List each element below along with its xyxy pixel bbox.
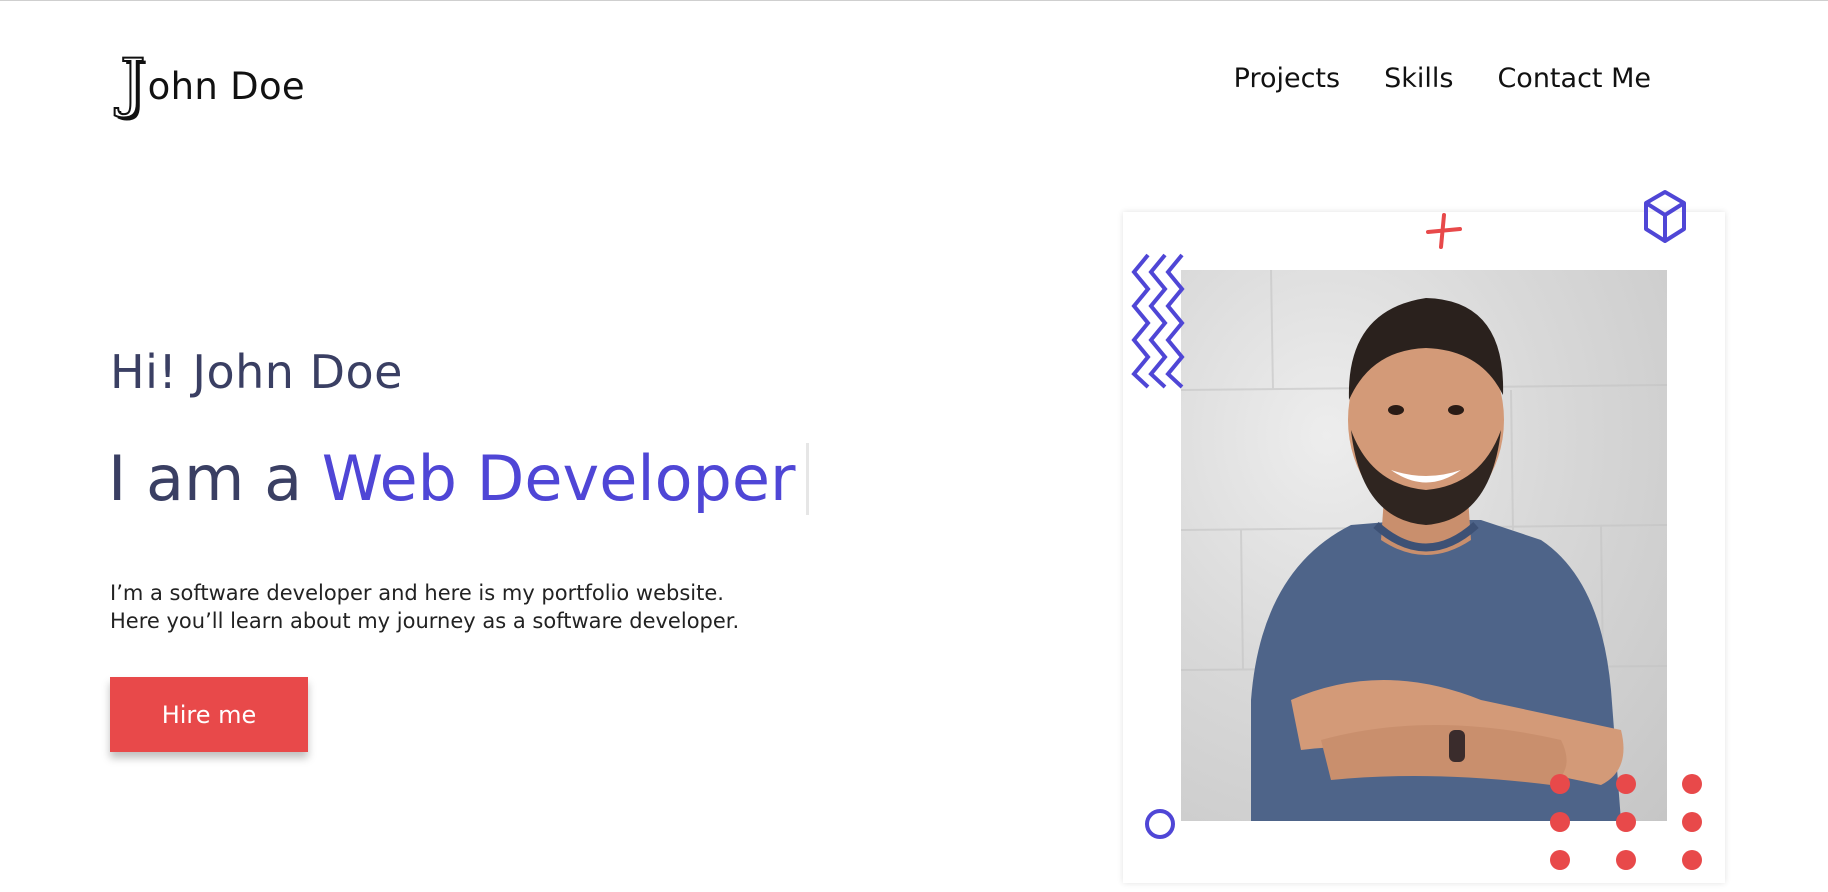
hero-description: I’m a software developer and here is my … (110, 579, 830, 635)
profile-photo (1181, 270, 1667, 821)
nav-contact[interactable]: Contact Me (1497, 61, 1651, 97)
person-illustration (1181, 270, 1667, 821)
role-prefix: I am a (108, 442, 322, 515)
logo-name: ohn Doe (147, 65, 305, 108)
nav-skills[interactable]: Skills (1384, 61, 1453, 97)
plus-icon (1426, 213, 1462, 249)
dots-grid-icon (1550, 774, 1702, 870)
description-line-2: Here you’ll learn about my journey as a … (110, 609, 740, 633)
site-logo[interactable]: J ohn Doe (119, 45, 305, 120)
circle-icon (1145, 809, 1175, 839)
role-highlight: Web Developer (321, 442, 796, 515)
zigzag-icon (1131, 253, 1185, 389)
hire-me-button[interactable]: Hire me (110, 677, 308, 752)
main-nav: Projects Skills Contact Me (1234, 61, 1651, 97)
hero-greeting: Hi! John Doe (110, 345, 403, 399)
portfolio-page: J ohn Doe Projects Skills Contact Me Hi!… (0, 0, 1828, 892)
nav-projects[interactable]: Projects (1234, 61, 1340, 97)
cube-icon (1644, 190, 1686, 243)
description-line-1: I’m a software developer and here is my … (110, 581, 724, 605)
logo-initial: J (119, 46, 147, 120)
typing-cursor (805, 442, 809, 515)
hero-role: I am a Web Developer (108, 439, 809, 519)
